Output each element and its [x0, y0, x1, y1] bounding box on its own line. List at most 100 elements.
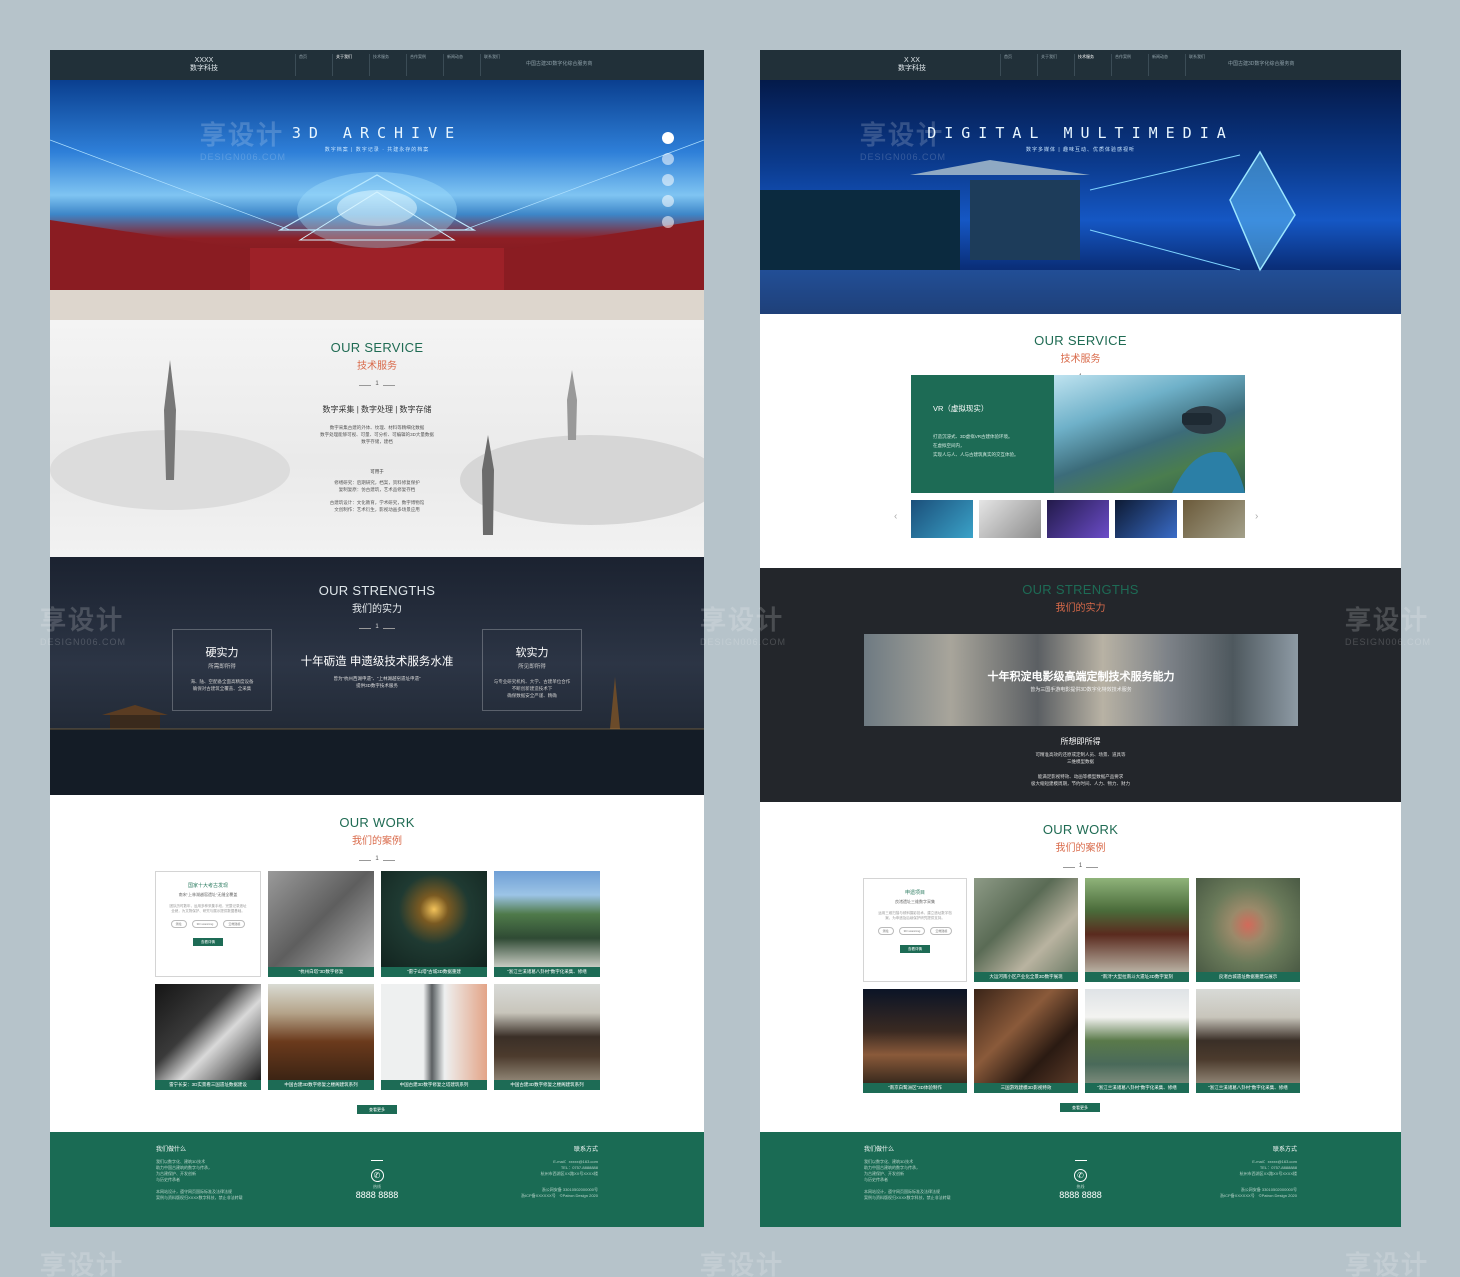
section-title-cn: 我们的实力 [352, 604, 402, 615]
case-intro-card[interactable]: 国家十大考古发现 南宋“上林湖越窑遗址”无缝全覆盖 团队历时数年，运用多种采集手… [155, 871, 261, 977]
case-card[interactable]: “浙江兰溪诸葛八卦村”数字化采集、修缮 [494, 871, 600, 977]
thumbnail[interactable] [979, 500, 1041, 538]
case-card[interactable]: “浙江兰溪诸葛八卦村”数字化采集、修缮 [1196, 989, 1300, 1093]
hero-title: 3D ARCHIVE [291, 124, 463, 142]
case-card[interactable]: 良渚古城遗址数据重建与展示 [1196, 878, 1300, 982]
section-title-en: OUR SERVICE [1034, 333, 1127, 348]
view-more-button[interactable]: 查看更多 [357, 1105, 397, 1114]
poem-line: 古建筑设计：文化教育，学术研究，数字博物馆 [329, 500, 425, 505]
vr-info-panel: VR（虚拟现实） 打造沉浸式、3D虚拟VR古建体验环境。 在虚拟空间内， 实现人… [911, 375, 1054, 493]
case-caption: “浙江兰溪诸葛八卦村”数字化采集、修缮 [507, 969, 587, 974]
carousel-dot-1[interactable] [662, 132, 674, 144]
case-caption: 良渚古城遗址数据重建与展示 [1218, 974, 1278, 979]
footer-phone: ✆ 热线 8888 8888 [50, 1160, 704, 1200]
strengths-main-title: 十年积淀电影级高端定制技术服务能力 [987, 671, 1175, 683]
service-description: 数字采集古建的外体、纹理、材料等精细化数据 数字处理能够可视、可量、可分析、可编… [50, 424, 704, 445]
case-card[interactable]: 雷宁长安：3D实景看三国遗址数据建设 [155, 984, 261, 1090]
section-number: 1 [1062, 863, 1099, 869]
watermark-text: 享设计 [1345, 1250, 1430, 1277]
section-title-en: OUR STRENGTHS [1022, 582, 1139, 597]
thumbnail[interactable] [911, 500, 973, 538]
nav-item-contact[interactable]: 联系我们 [1185, 54, 1208, 76]
thumbnail[interactable] [1115, 500, 1177, 538]
case-intro-card[interactable]: 申遗项目 良渚遗址三维数字采集 运用三维扫描与倾斜摄影技术，建立遗址数字档案，为… [863, 878, 967, 982]
hero-banner: DIGITAL MULTIMEDIA 数字多媒体 | 趣味互动、优质体验感视听 [760, 80, 1401, 314]
intro-tags: 测绘 3D scanning 云端建模 [864, 927, 966, 935]
thumbnail[interactable] [1047, 500, 1109, 538]
main-nav: 首页 关于我们 技术服务 合作案例 新闻动态 联系我们 [1000, 54, 1208, 76]
nav-item-news[interactable]: 新闻动态 [443, 54, 466, 76]
main-strength-text: 提供3D数字技术服务 [356, 683, 398, 688]
case-card[interactable]: “南京白鹭洲区”3D体验制作 [863, 989, 967, 1093]
prev-arrow-icon[interactable]: ‹ [894, 511, 897, 522]
view-details-button[interactable]: 查看详情 [900, 945, 930, 953]
service-poem: 可用于 修缮研究：后期研究，档案，资料修复保护 复制复原：仿古建筑，艺术品修复存… [50, 468, 704, 513]
phone-number[interactable]: 8888 8888 [760, 1190, 1401, 1200]
phone-number[interactable]: 8888 8888 [50, 1190, 704, 1200]
intro-subtitle: 南宋“上林湖越窑遗址”无缝全覆盖 [178, 892, 238, 897]
nav-item-cases[interactable]: 合作案例 [1111, 54, 1134, 76]
case-card[interactable]: 大运河南小区产业化全景3D数字展现 [974, 878, 1078, 982]
tag: 云端建模 [930, 927, 953, 935]
nav-item-service[interactable]: 技术服务 [1074, 54, 1097, 76]
footer-heading: 我们做什么 [864, 1147, 895, 1153]
case-card[interactable]: “杭州白塔”3D数字修复 [268, 871, 374, 977]
case-card[interactable]: “雷宁山塔”古城3D数据重建 [381, 871, 487, 977]
section-title-en: OUR SERVICE [330, 340, 424, 355]
hero-banner: 3D ARCHIVE 数字档案 | 数字记录 · 共建永存的档案 [50, 80, 704, 320]
footer: 我们做什么 我们以数字化、建筑3D技术 助力中国古建筑的数字与传承， 为古建保护… [50, 1132, 704, 1227]
case-image [494, 984, 600, 1080]
tagline: 中国古建3D数字化综合服务商 [526, 61, 593, 67]
case-caption: 三国游戏建模3D影视特效 [1000, 1085, 1052, 1090]
carousel-dot-4[interactable] [662, 195, 674, 207]
nav-item-contact[interactable]: 联系我们 [480, 54, 503, 76]
case-image [381, 871, 487, 967]
main-nav: 首页 关于我们 技术服务 合作案例 新闻动态 联系我们 [295, 54, 503, 76]
carousel-dot-3[interactable] [662, 174, 674, 186]
watermark: 享设计 [40, 1245, 124, 1277]
hero-illustration [50, 139, 704, 320]
case-card[interactable]: 中国古建3D数字修复之楼阁建筑系列 [268, 984, 374, 1090]
next-arrow-icon[interactable]: › [1255, 511, 1258, 522]
watermark-text: 享设计 [700, 1250, 785, 1277]
thumbnail[interactable] [1183, 500, 1245, 538]
case-caption: “南浔”大型拉南斗大遗址3D数字复刻 [1101, 974, 1173, 979]
view-more-button[interactable]: 查看更多 [1060, 1103, 1100, 1112]
nav-item-home[interactable]: 首页 [1000, 54, 1023, 76]
footer-contact: 联系方式 E-mail：xxxxx@163.com TEL：0757-88888… [521, 1144, 598, 1199]
carousel-dot-5[interactable] [662, 216, 674, 228]
hero-title: DIGITAL MULTIMEDIA [927, 124, 1234, 142]
brand-logo[interactable]: X XX 数字科技 [898, 57, 926, 73]
watermark-text: 享设计 [40, 1250, 125, 1277]
nav-item-about[interactable]: 关于我们 [1037, 54, 1060, 76]
phone-icon[interactable]: ✆ [1074, 1169, 1087, 1182]
brand-logo[interactable]: XXXX 数字科技 [190, 57, 218, 73]
nav-item-about[interactable]: 关于我们 [332, 54, 355, 76]
nav-item-cases[interactable]: 合作案例 [406, 54, 429, 76]
nav-item-news[interactable]: 新闻动态 [1148, 54, 1171, 76]
card-text: 与专业研究机构、大学、古建单位合作 [493, 679, 571, 684]
section-number: 1 [359, 856, 396, 862]
case-card[interactable]: 三国游戏建模3D影视特效 [974, 989, 1078, 1093]
nav-item-home[interactable]: 首页 [295, 54, 318, 76]
view-details-button[interactable]: 查看详情 [193, 938, 223, 946]
case-image [974, 989, 1078, 1083]
hero-subtitle: 数字档案 | 数字记录 · 共建永存的档案 [324, 147, 430, 153]
case-card[interactable]: “南浔”大型拉南斗大遗址3D数字复刻 [1085, 878, 1189, 982]
intro-title: 申遗项目 [904, 890, 925, 896]
nav-item-service[interactable]: 技术服务 [369, 54, 392, 76]
case-card[interactable]: “浙江兰溪诸葛八卦村”数字化采集、修缮 [1085, 989, 1189, 1093]
divider [1074, 1160, 1087, 1161]
carousel-dot-2[interactable] [662, 153, 674, 165]
case-caption: 雷宁长安：3D实景看三国遗址数据建设 [169, 1082, 247, 1087]
card-subtitle: 所需即所得 [208, 664, 236, 670]
case-card[interactable]: 中国古建3D数字修复之塔建筑系列 [381, 984, 487, 1090]
service-line: 数字采集古建的外体、纹理、材料等精细化数据 [329, 425, 425, 430]
detail-text: 三维模型数据 [1067, 759, 1094, 764]
vr-title: VR（虚拟现实） [933, 404, 989, 413]
case-card[interactable]: 中国古建3D数字修复之楼阁建筑系列 [494, 984, 600, 1090]
vr-thumbnail-strip [911, 500, 1245, 538]
phone-icon[interactable]: ✆ [370, 1169, 384, 1182]
carousel-dots [662, 132, 674, 228]
poem-line: 文创制作：艺术衍生，影视动画多场景应用 [334, 507, 420, 512]
